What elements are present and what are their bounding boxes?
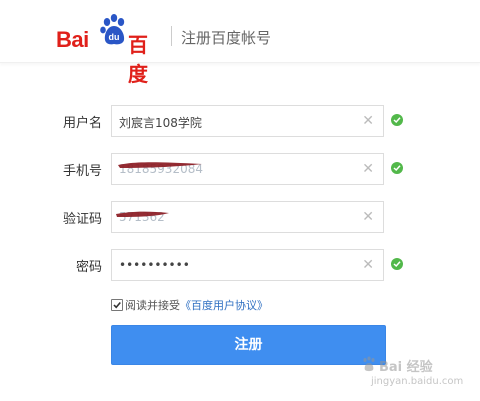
agreement-text: 阅读并接受《百度用户协议》	[125, 297, 268, 313]
checkbox-check-icon	[113, 301, 121, 309]
password-row: 密码 •••••••••• ✕	[0, 249, 480, 281]
code-row: 验证码 571362 ✕	[0, 201, 480, 233]
logo-du-text: du	[109, 32, 120, 42]
password-clear-icon[interactable]: ✕	[362, 256, 374, 274]
header-divider	[171, 26, 172, 46]
baidu-paw-icon: du	[100, 14, 125, 45]
code-input[interactable]: 571362 ✕	[111, 201, 384, 233]
password-value: ••••••••••	[119, 258, 190, 272]
password-input[interactable]: •••••••••• ✕	[111, 249, 384, 281]
username-value: 刘宸言108学院	[119, 116, 202, 130]
phone-valid-icon	[391, 162, 403, 174]
watermark-paw-icon	[363, 356, 375, 372]
register-button[interactable]: 注册	[111, 325, 386, 365]
page-title: 注册百度帐号	[181, 29, 272, 47]
code-value: 571362	[119, 210, 165, 224]
code-clear-icon[interactable]: ✕	[362, 208, 374, 226]
baidu-logo[interactable]: Bai du 百度	[56, 11, 166, 86]
agreement-row: 阅读并接受《百度用户协议》	[111, 297, 371, 313]
agreement-prefix: 阅读并接受	[125, 299, 180, 312]
phone-clear-icon[interactable]: ✕	[362, 160, 374, 178]
username-input[interactable]: 刘宸言108学院 ✕	[111, 105, 384, 137]
phone-input[interactable]: 18185932084 ✕	[111, 153, 384, 185]
phone-value: 18185932084	[119, 162, 203, 176]
username-valid-icon	[391, 114, 403, 126]
phone-row: 手机号 18185932084 ✕	[0, 153, 480, 185]
username-clear-icon[interactable]: ✕	[362, 112, 374, 130]
username-row: 用户名 刘宸言108学院 ✕	[0, 105, 480, 137]
page-header: Bai du 百度 注册百度帐号	[0, 0, 480, 86]
code-label: 验证码	[62, 212, 102, 227]
logo-bai-text: Bai	[56, 27, 89, 52]
username-label: 用户名	[62, 116, 102, 131]
watermark: Bai 经验 jingyan.baidu.com	[361, 354, 476, 394]
user-agreement-link[interactable]: 《百度用户协议》	[180, 299, 268, 312]
password-valid-icon	[391, 258, 403, 270]
logo-cn-text: 百度	[128, 33, 148, 86]
watermark-main: Bai 经验	[379, 360, 433, 375]
password-label: 密码	[75, 260, 102, 275]
agreement-checkbox[interactable]	[111, 299, 123, 311]
phone-label: 手机号	[62, 164, 102, 179]
watermark-url: jingyan.baidu.com	[371, 376, 464, 387]
